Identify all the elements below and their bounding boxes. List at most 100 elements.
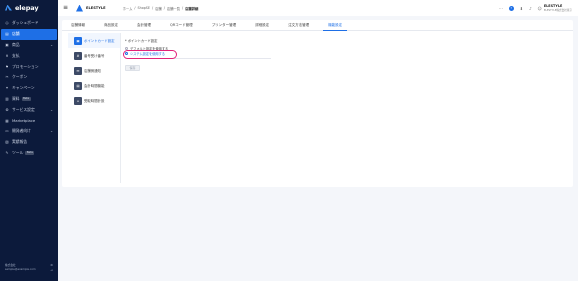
subnav-item-4[interactable]: ⌂ 受取時間計設: [68, 93, 120, 108]
chevron-down-icon: ⌄: [50, 129, 53, 134]
sidebar-item-7[interactable]: ▥ 資料 Beta: [0, 94, 58, 105]
sidebar-item-12[interactable]: ✎ ツール Beta: [0, 148, 58, 159]
notification-icon: ✉: [74, 66, 82, 75]
account-menu[interactable]: ☺ ELESTYLE ELESTYLE株式会社東京: [538, 4, 572, 12]
tab-bar: 店舗情報 商品設定 会計管理 QRコード管理 プリンター管理 詳細設定 注文方法管理 機能設定: [62, 20, 573, 31]
breadcrumb-separator: /: [182, 5, 184, 10]
sidebar-item-1[interactable]: ▤ 店舗: [1, 28, 57, 40]
menu-toggle-icon[interactable]: ≡: [63, 5, 69, 11]
header-brand-name: ELESTYLE: [86, 6, 106, 10]
download-icon[interactable]: ⬇: [520, 6, 523, 11]
breadcrumb-separator: /: [151, 5, 154, 10]
sidebar-item-6[interactable]: ✦ キャンペーン: [0, 83, 58, 94]
brand-logo-icon: [76, 4, 83, 12]
dots-icon[interactable]: ⋯: [499, 6, 503, 11]
pickup-icon: ⌂: [74, 96, 82, 105]
subnav-item-0[interactable]: ▣ ポイントカード設定: [68, 33, 120, 48]
breadcrumb-link[interactable]: ShopSE: [138, 6, 150, 11]
subnav-item-label: 会計時間機能: [84, 84, 105, 88]
cashier-icon: ▤: [74, 81, 82, 90]
radio-system-setting[interactable]: システム設定を使用する: [123, 50, 275, 59]
payment-icon: ¥: [5, 53, 9, 58]
coupon-icon: ✂: [5, 75, 9, 80]
sidebar-item-label: 開発者向け: [12, 128, 31, 134]
point-card-settings-form: * ポイントカード設定 デフォルト設定を使用する システム設定を使用する 保存: [123, 38, 275, 71]
sidebar-item-label: ツール: [12, 149, 24, 155]
sidebar-item-5[interactable]: ✂ クーポン: [0, 72, 58, 83]
sidebar-item-label: 商品: [12, 41, 20, 47]
breadcrumb-current: 店舗詳細: [185, 6, 199, 11]
sidebar-item-10[interactable]: ▭ 開発者向け ⌄: [0, 126, 58, 137]
tab-7[interactable]: 機能設定: [323, 20, 348, 31]
sidebar-item-label: ダッシュボード: [12, 20, 39, 26]
settings-icon[interactable]: ⚙: [50, 263, 53, 267]
tab-0[interactable]: 店舗情報: [66, 20, 90, 30]
tab-6[interactable]: 注文方法管理: [283, 20, 314, 30]
subnav-item-3[interactable]: ▤ 会計時間機能: [68, 78, 120, 93]
breadcrumb: ホーム / ShopSE / 店舗 / 店舗一覧 / 店舗詳細: [123, 6, 199, 11]
breadcrumb-separator: /: [163, 5, 165, 10]
top-header: ≡ ELESTYLE ホーム / ShopSE / 店舗 / 店舗一覧 / 店舗詳細 ⋯ ? ⬇…: [58, 0, 578, 16]
sidebar-item-label: キャンペーン: [12, 85, 35, 91]
chevron-down-icon: ⌄: [50, 107, 53, 112]
radio-circle[interactable]: [125, 52, 128, 55]
product-icon: ▣: [5, 42, 9, 47]
sidebar-item-label: クーポン: [12, 74, 28, 80]
breadcrumb-link[interactable]: 店舗: [155, 6, 162, 11]
account-sub: ELESTYLE株式会社東京: [543, 9, 572, 12]
elepay-logo-icon: [5, 4, 12, 11]
subnav-item-1[interactable]: # 番号受け番号: [68, 48, 120, 63]
tab-5[interactable]: 詳細設定: [250, 20, 274, 30]
breadcrumb-link[interactable]: 店舗一覧: [167, 6, 180, 11]
developer-icon: ▭: [5, 129, 9, 134]
user-icon: ☺: [537, 5, 542, 11]
chevron-down-icon: ⌄: [50, 42, 53, 47]
sidebar-item-3[interactable]: ¥ 支払: [0, 50, 58, 61]
sidebar-item-label: 資料: [12, 95, 20, 101]
subnav-item-label: 受取時間計設: [84, 99, 105, 103]
sidebar-item-0[interactable]: ◎ ダッシュボード: [0, 18, 58, 29]
main-panel: 店舗情報 商品設定 会計管理 QRコード管理 プリンター管理 詳細設定 注文方法管理 機能設定…: [62, 20, 573, 187]
service-settings-icon: ⚙: [5, 107, 9, 112]
sidebar-footer: 株式会社 sample@example.com ⚙ ⇥: [0, 263, 58, 272]
tools-icon: ✎: [5, 150, 9, 155]
feature-subnav: ▣ ポイントカード設定 # 番号受け番号 ✉ 店舗側通知 ▤ 会計時間機能 ⌂ 受取時間計設: [68, 33, 121, 183]
sidebar-item-label: 実績報告: [12, 139, 28, 145]
marketplace-icon: ▦: [5, 118, 9, 123]
tab-3[interactable]: QRコード管理: [165, 20, 198, 30]
sidebar-item-label: プロモーション: [12, 63, 39, 69]
sidebar-item-label: 支払: [12, 52, 20, 58]
sidebar-nav: ◎ ダッシュボード ▤ 店舗 ▣ 商品 ⌄ ¥ 支払 ⚑ プロモーション ✂ クーポン ✦ キャンペーン ▥ 資…: [0, 18, 58, 158]
notification-bell-icon[interactable]: ♪: [529, 6, 532, 11]
tab-4[interactable]: プリンター管理: [207, 20, 242, 30]
campaign-icon: ✦: [5, 86, 9, 91]
sidebar-item-label: 店舗: [12, 31, 20, 37]
save-button[interactable]: 保存: [125, 64, 140, 71]
help-icon[interactable]: ?: [508, 5, 514, 11]
report-icon: ▥: [5, 96, 9, 101]
subnav-item-label: ポイントカード設定: [84, 39, 115, 43]
point-card-icon: ▣: [74, 36, 82, 45]
subnav-item-2[interactable]: ✉ 店舗側通知: [68, 63, 120, 78]
app-logo-text: elepay: [15, 3, 39, 12]
sidebar-item-label: Marketplace: [12, 118, 36, 124]
sidebar-footer-email: sample@example.com: [5, 267, 36, 271]
sidebar-item-4[interactable]: ⚑ プロモーション: [0, 61, 58, 72]
sidebar-item-9[interactable]: ▦ Marketplace: [0, 115, 58, 126]
tab-2[interactable]: 会計管理: [132, 20, 156, 30]
reception-number-icon: #: [74, 51, 82, 60]
sidebar-item-11[interactable]: ▧ 実績報告: [0, 137, 58, 148]
app-logo[interactable]: elepay: [0, 0, 58, 15]
point-card-settings-label: * ポイントカード設定: [125, 39, 158, 43]
tab-1[interactable]: 商品設定: [99, 20, 123, 30]
logout-icon[interactable]: ⇥: [50, 268, 53, 272]
subnav-item-label: 店舗側通知: [84, 69, 101, 73]
breadcrumb-link[interactable]: ホーム: [123, 6, 133, 11]
sidebar-item-8[interactable]: ⚙ サービス設定 ⌄: [0, 104, 58, 115]
radio-system-label: システム設定を使用する: [130, 52, 165, 56]
sidebar: elepay ◎ ダッシュボード ▤ 店舗 ▣ 商品 ⌄ ¥ 支払 ⚑ プロモーション ✂ クーポン ✦ キ…: [0, 0, 58, 281]
header-brand: ELESTYLE: [76, 4, 106, 12]
operation-log-icon: ▧: [5, 140, 9, 145]
beta-badge: Beta: [25, 151, 35, 155]
sidebar-item-2[interactable]: ▣ 商品 ⌄: [0, 40, 58, 51]
